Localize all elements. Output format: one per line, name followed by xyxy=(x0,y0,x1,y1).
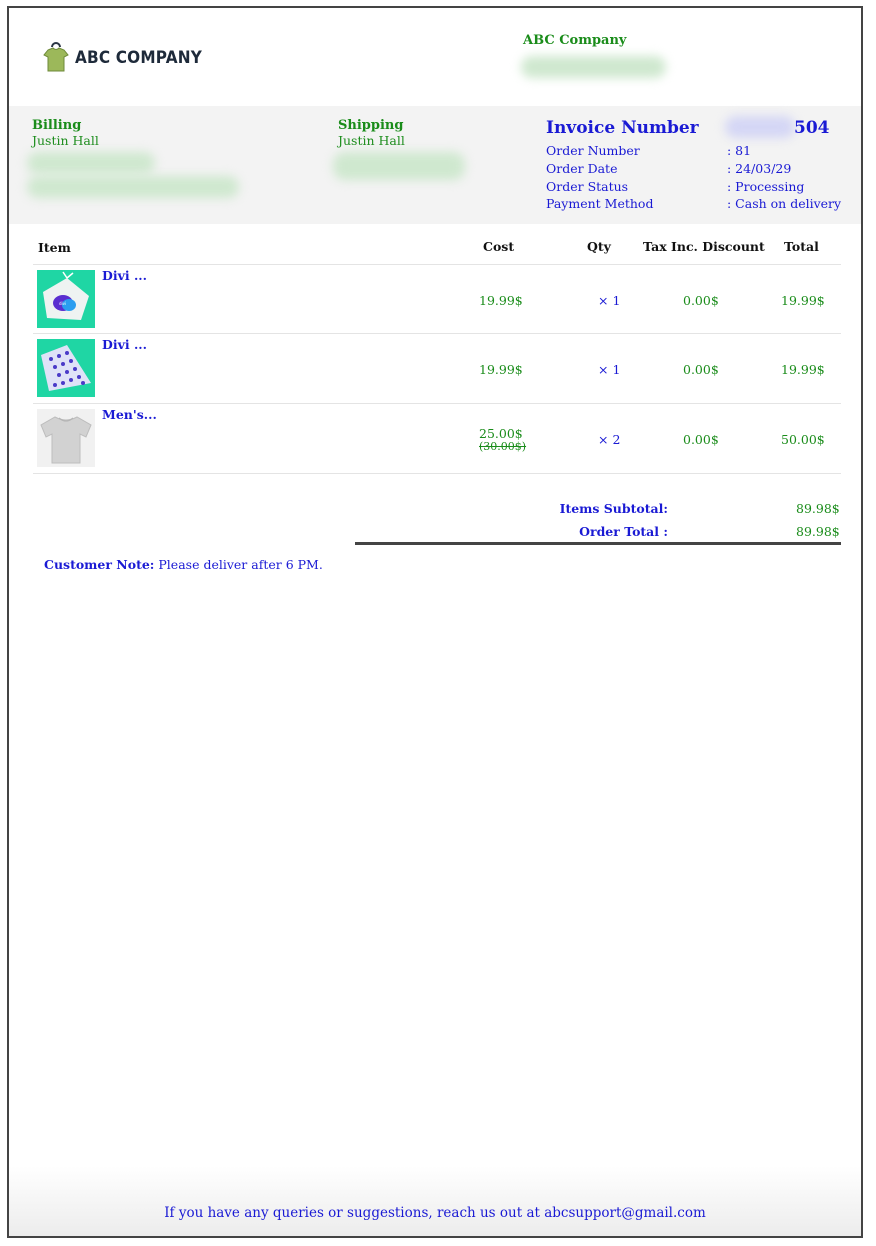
table-row: Divi ... 19.99$ × 1 0.00$ 19.99$ xyxy=(33,334,841,403)
item-qty: × 2 xyxy=(598,432,621,447)
order-date-label: Order Date xyxy=(546,161,618,176)
discount-column-header: Tax Inc. Discount xyxy=(643,239,765,254)
item-name: Divi ... xyxy=(102,268,148,283)
company-logo: ABC COMPANY xyxy=(43,42,216,74)
item-cost: 25.00$ xyxy=(479,426,523,441)
logo-text: ABC COMPANY xyxy=(75,48,203,68)
invoice-number-title: Invoice Number xyxy=(546,118,699,138)
customer-note-label: Customer Note: xyxy=(44,557,155,572)
table-row: Men's... 25.00$ (30.00$) × 2 0.00$ 50.00… xyxy=(33,404,841,473)
order-status-label: Order Status xyxy=(546,179,629,194)
items-subtotal-value: 89.98$ xyxy=(796,501,840,516)
item-qty: × 1 xyxy=(598,362,621,377)
item-total: 50.00$ xyxy=(781,432,825,447)
invoice-page: ABC COMPANY ABC Company Billing Justin H… xyxy=(7,6,863,1238)
redacted-billing-line-2 xyxy=(27,176,239,198)
item-qty: × 1 xyxy=(598,293,621,308)
customer-note: Customer Note: Please deliver after 6 PM… xyxy=(44,557,323,572)
product-tshirt-image xyxy=(37,409,95,467)
shipping-title: Shipping xyxy=(338,118,404,133)
item-original-cost: (30.00$) xyxy=(479,440,527,453)
items-subtotal-label: Items Subtotal: xyxy=(559,501,668,516)
invoice-number-tail: 504 xyxy=(794,118,830,138)
shipping-name: Justin Hall xyxy=(338,133,405,148)
redacted-invoice-number xyxy=(725,116,795,138)
item-total: 19.99$ xyxy=(781,293,825,308)
qty-column-header: Qty xyxy=(587,239,611,254)
billing-title: Billing xyxy=(32,118,82,133)
summary-divider xyxy=(355,542,841,545)
tshirt-bag-logo-icon xyxy=(43,42,69,72)
item-column-header: Item xyxy=(38,240,71,255)
order-status-value: : Processing xyxy=(727,179,805,194)
item-name: Men's... xyxy=(102,407,157,422)
item-discount: 0.00$ xyxy=(683,293,719,308)
address-band: Billing Justin Hall Shipping Justin Hall… xyxy=(9,106,861,224)
order-number-label: Order Number xyxy=(546,143,640,158)
item-discount: 0.00$ xyxy=(683,432,719,447)
cost-column-header: Cost xyxy=(483,239,515,254)
svg-text:divi: divi xyxy=(59,301,66,306)
row-divider xyxy=(33,473,841,474)
total-column-header: Total xyxy=(784,239,819,254)
customer-note-text: Please deliver after 6 PM. xyxy=(154,557,323,572)
product-scarf-image xyxy=(37,339,95,397)
order-total-label: Order Total : xyxy=(579,524,668,539)
company-name: ABC Company xyxy=(523,33,627,48)
billing-name: Justin Hall xyxy=(32,133,99,148)
footer-contact-text: If you have any queries or suggestions, … xyxy=(164,1205,706,1221)
footer-background xyxy=(9,1166,861,1236)
item-cost: 19.99$ xyxy=(479,293,523,308)
order-number-value: : 81 xyxy=(727,143,752,158)
redacted-shipping-address xyxy=(333,152,465,180)
table-row: divi Divi ... 19.99$ × 1 0.00$ 19.99$ xyxy=(33,265,841,334)
redacted-billing-line-1 xyxy=(27,152,155,174)
item-cost: 19.99$ xyxy=(479,362,523,377)
item-discount: 0.00$ xyxy=(683,362,719,377)
item-total: 19.99$ xyxy=(781,362,825,377)
payment-method-value: : Cash on delivery xyxy=(727,196,842,211)
item-name: Divi ... xyxy=(102,337,148,352)
product-bag-image: divi xyxy=(37,270,95,328)
order-total-value: 89.98$ xyxy=(796,524,840,539)
order-date-value: : 24/03/29 xyxy=(727,161,792,176)
redacted-company-address xyxy=(521,56,666,78)
payment-method-label: Payment Method xyxy=(546,196,654,211)
